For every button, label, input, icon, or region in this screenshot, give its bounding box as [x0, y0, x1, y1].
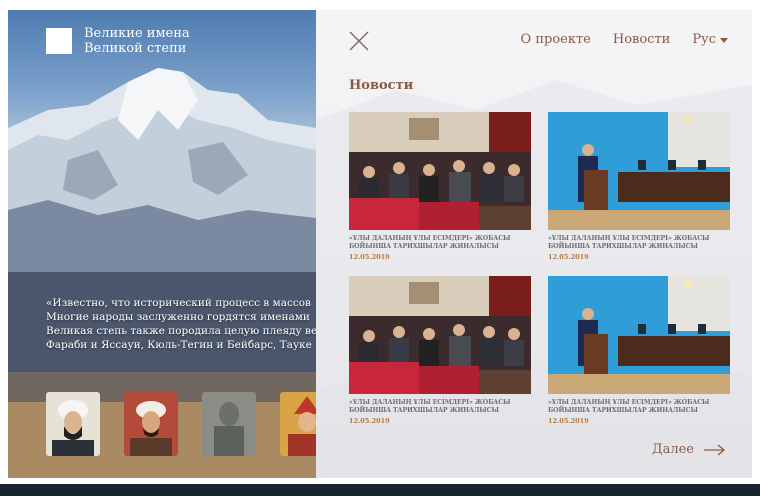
news-photo-auditorium	[349, 276, 531, 394]
news-card[interactable]: «ҰЛЫ ДАЛАНЫҢ ҰЛЫ ЕСІМДЕРІ» ЖОБАСЫ БОЙЫНШ…	[349, 276, 531, 425]
more-label: Далее	[652, 442, 694, 457]
hero-quote: «Известно, что исторический процесс в ма…	[46, 296, 316, 352]
more-news-link[interactable]: Далее	[652, 442, 726, 457]
news-photo-podium	[548, 112, 730, 230]
quote-line: Фараби и Яссауи, Кюль-Тегин и Бейбарс, Т…	[46, 339, 316, 351]
news-card-date: 12.05.2019	[548, 253, 589, 261]
news-section-title: Новости	[349, 78, 414, 93]
news-panel: О проекте Новости Рус Новости «ҰЛЫ ДАЛАН…	[316, 10, 752, 478]
arrow-right-icon	[704, 444, 726, 455]
nav-about-link[interactable]: О проекте	[521, 32, 591, 47]
portrait-strip	[46, 392, 316, 456]
portrait-3[interactable]	[202, 392, 256, 456]
logo-text: Великие имена Великой степи	[84, 26, 190, 56]
news-card-date: 12.05.2019	[349, 253, 390, 261]
chevron-down-icon	[720, 38, 728, 43]
portrait-4[interactable]	[280, 392, 316, 456]
language-selector[interactable]: Рус	[692, 32, 728, 47]
news-card-date: 12.05.2019	[349, 417, 390, 425]
portrait-2[interactable]	[124, 392, 178, 456]
news-card[interactable]: «ҰЛЫ ДАЛАНЫҢ ҰЛЫ ЕСІМДЕРІ» ЖОБАСЫ БОЙЫНШ…	[548, 112, 730, 261]
news-card[interactable]: «ҰЛЫ ДАЛАНЫҢ ҰЛЫ ЕСІМДЕРІ» ЖОБАСЫ БОЙЫНШ…	[548, 276, 730, 425]
close-icon[interactable]	[348, 30, 370, 52]
bottom-bar	[0, 484, 760, 496]
news-card-caption: «ҰЛЫ ДАЛАНЫҢ ҰЛЫ ЕСІМДЕРІ» ЖОБАСЫ БОЙЫНШ…	[548, 235, 710, 250]
logo-line-2: Великой степи	[84, 41, 187, 56]
news-card[interactable]: «ҰЛЫ ДАЛАНЫҢ ҰЛЫ ЕСІМДЕРІ» ЖОБАСЫ БОЙЫНШ…	[349, 112, 531, 261]
news-card-caption: «ҰЛЫ ДАЛАНЫҢ ҰЛЫ ЕСІМДЕРІ» ЖОБАСЫ БОЙЫНШ…	[349, 399, 511, 414]
nav-news-link[interactable]: Новости	[613, 32, 670, 47]
news-photo-podium	[548, 276, 730, 394]
site-logo[interactable]: Великие имена Великой степи	[46, 26, 190, 56]
language-label: Рус	[692, 32, 716, 47]
quote-line: Великая степь также породила целую плеяд…	[46, 325, 316, 337]
news-card-date: 12.05.2019	[548, 417, 589, 425]
hero-panel: Великие имена Великой степи «Известно, ч…	[8, 10, 316, 478]
news-card-caption: «ҰЛЫ ДАЛАНЫҢ ҰЛЫ ЕСІМДЕРІ» ЖОБАСЫ БОЙЫНШ…	[548, 399, 710, 414]
portrait-1[interactable]	[46, 392, 100, 456]
logo-square-icon	[46, 28, 72, 54]
logo-line-1: Великие имена	[84, 26, 190, 41]
news-photo-auditorium	[349, 112, 531, 230]
top-nav: О проекте Новости Рус	[521, 32, 728, 47]
quote-line: «Известно, что исторический процесс в ма…	[46, 297, 311, 309]
news-card-caption: «ҰЛЫ ДАЛАНЫҢ ҰЛЫ ЕСІМДЕРІ» ЖОБАСЫ БОЙЫНШ…	[349, 235, 511, 250]
quote-line: Многие народы заслуженно гордятся именам…	[46, 311, 310, 323]
